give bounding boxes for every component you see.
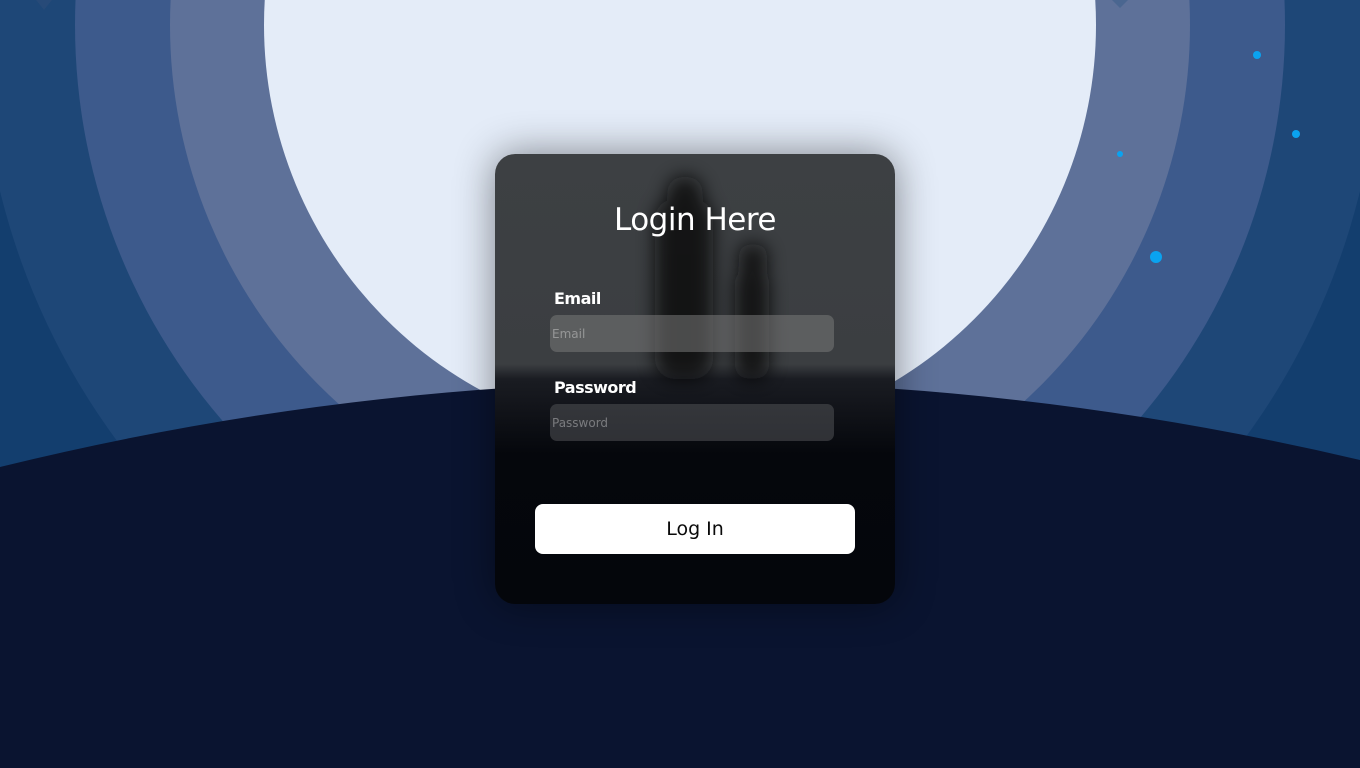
star xyxy=(1117,151,1123,157)
email-input[interactable] xyxy=(550,315,834,352)
star xyxy=(1150,251,1162,263)
login-card: Login Here Email Password Log In xyxy=(495,154,895,604)
password-input[interactable] xyxy=(550,404,834,441)
star xyxy=(1253,51,1261,59)
login-title: Login Here xyxy=(613,202,777,238)
email-label: Email xyxy=(554,289,601,308)
password-label: Password xyxy=(554,378,637,397)
login-button[interactable]: Log In xyxy=(535,504,855,554)
star xyxy=(1292,130,1300,138)
